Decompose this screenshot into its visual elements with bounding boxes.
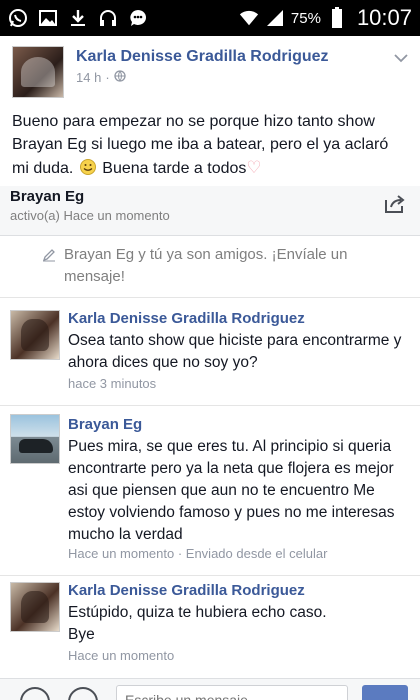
smile-emoji-icon [79,159,96,175]
system-icons: 75% 10:07 [239,0,412,36]
meta-separator: · [105,70,110,85]
avatar[interactable] [10,310,60,360]
message-body-line: Bye [68,626,95,643]
message-sender[interactable]: Karla Denisse Gradilla Rodriguez [68,582,305,599]
chat-status: activo(a) Hace un momento [10,208,170,223]
message-time: Hace un momento [68,648,175,663]
message-time: hace 3 minutos [68,376,157,391]
chevron-down-icon[interactable] [394,50,408,63]
wifi-icon [239,8,259,28]
post-text: Bueno para empezar no se porque hizo tan… [12,110,408,180]
battery-percent: 75% [290,9,321,27]
post-time[interactable]: 14 h [76,70,101,85]
chat-contact-name[interactable]: Brayan Eg [10,188,84,205]
avatar[interactable] [10,414,60,464]
chat-header: Brayan Eg activo(a) Hace un momento [0,186,420,236]
privacy-icon [114,70,126,85]
avatar[interactable] [10,582,60,632]
avatar[interactable] [12,46,64,98]
message-composer [0,678,420,700]
friends-notice: Brayan Eg y tú ya son amigos. ¡Envíale u… [0,236,420,298]
headphones-icon [98,8,118,28]
message-body-line: Estúpido, quiza te hubiera echo caso. [68,604,327,621]
post-author[interactable]: Karla Denisse Gradilla Rodriguez [76,48,329,66]
message-sender[interactable]: Karla Denisse Gradilla Rodriguez [68,310,305,327]
whatsapp-icon [8,8,28,28]
friends-notice-text: Brayan Eg y tú ya son amigos. ¡Envíale u… [64,246,348,285]
message-input[interactable] [116,685,348,700]
battery-icon [327,7,347,28]
message-item: Karla Denisse Gradilla Rodriguez Osea ta… [0,298,420,406]
heart-emoji-icon: ♡ [246,158,262,177]
clock: 10:07 [356,5,412,30]
camera-button[interactable] [68,687,98,700]
post-meta: 14 h · [76,70,126,85]
send-button[interactable] [362,685,408,700]
emoji-button[interactable] [20,687,50,700]
message-sender[interactable]: Brayan Eg [68,416,142,433]
message-item: Karla Denisse Gradilla Rodriguez Estúpid… [0,576,420,678]
messenger-icon [128,8,148,28]
notification-icons [0,8,148,28]
download-icon [68,8,88,28]
share-icon[interactable] [384,194,406,214]
signal-icon [265,8,285,28]
gallery-icon [38,8,58,28]
message-item: Brayan Eg Pues mira, se que eres tu. Al … [0,406,420,576]
message-body: Pues mira, se que eres tu. Al principio … [68,438,395,543]
message-time: Hace un momento · Enviado desde el celul… [68,546,328,561]
message-body: Osea tanto show que hiciste para encontr… [68,332,402,371]
post-text-end: Buena tarde a todos [102,160,247,177]
pencil-icon [42,248,56,262]
status-bar: 75% 10:07 [0,0,420,36]
